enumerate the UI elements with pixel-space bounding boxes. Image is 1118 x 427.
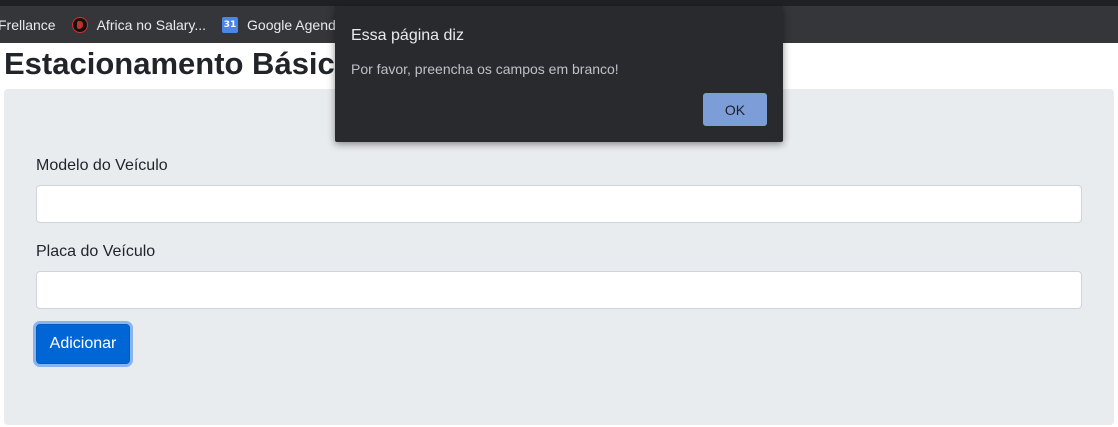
ok-button[interactable]: OK	[703, 93, 767, 126]
bookmark-label: Frellance	[0, 16, 56, 33]
page-title: Estacionamento Básico	[4, 46, 354, 81]
model-input[interactable]	[36, 185, 1082, 223]
dialog-message: Por favor, preencha os campos em branco!	[351, 61, 619, 77]
alert-dialog: Essa página diz Por favor, preencha os c…	[335, 6, 783, 142]
plate-input[interactable]	[36, 271, 1082, 309]
bookmark-africa-no-salary[interactable]: Africa no Salary...	[64, 11, 214, 39]
bookmark-label: Google Agend	[247, 16, 336, 33]
bookmark-frellance[interactable]: Frellance	[0, 11, 64, 39]
dialog-title: Essa página diz	[351, 27, 464, 44]
africa-favicon-icon	[71, 16, 88, 33]
bookmark-label: Africa no Salary...	[96, 16, 207, 33]
add-button[interactable]: Adicionar	[36, 324, 130, 364]
model-label: Modelo do Veículo	[36, 157, 168, 174]
plate-label: Placa do Veículo	[36, 243, 156, 260]
bookmark-google-agenda[interactable]: 31 Google Agend	[214, 11, 344, 39]
google-calendar-icon: 31	[222, 16, 239, 33]
